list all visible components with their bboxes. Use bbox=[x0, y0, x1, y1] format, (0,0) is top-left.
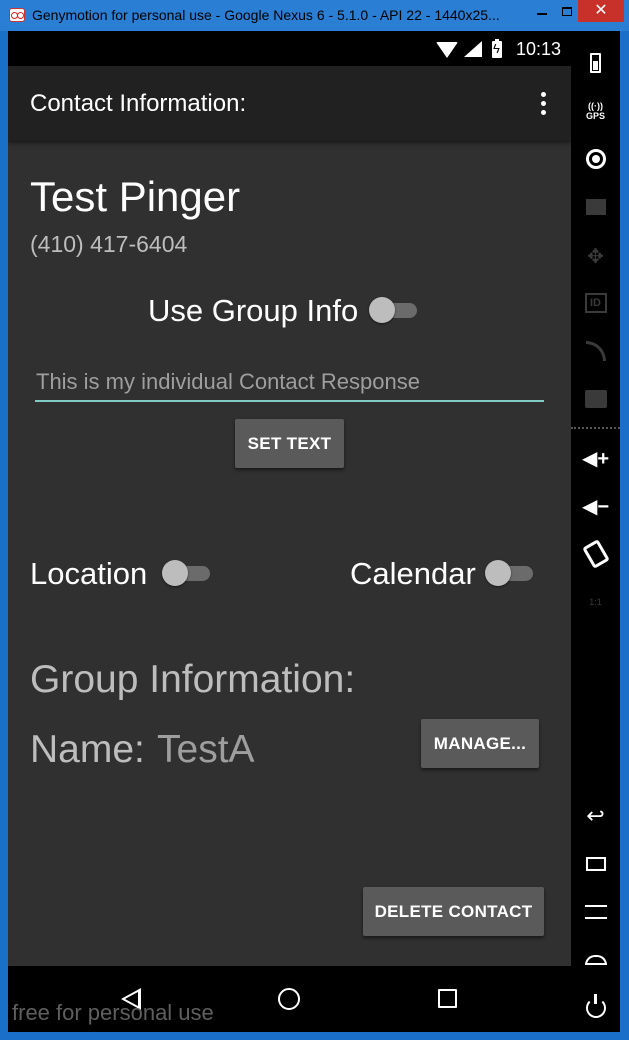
wifi-icon bbox=[435, 42, 458, 58]
back-icon: ↩ bbox=[586, 803, 605, 828]
group-information-title: Group Information: bbox=[30, 658, 356, 701]
contact-response-input[interactable] bbox=[35, 364, 544, 402]
nav-home-icon[interactable] bbox=[278, 988, 300, 1010]
battery-icon bbox=[590, 53, 601, 73]
power-icon bbox=[585, 994, 606, 1018]
rotate-button[interactable] bbox=[571, 534, 620, 574]
status-icons: 10:13 bbox=[435, 38, 561, 60]
battery-widget-button[interactable] bbox=[571, 43, 620, 83]
location-switch[interactable] bbox=[162, 558, 212, 588]
contact-name: Test Pinger bbox=[30, 173, 241, 220]
status-bar: 10:13 bbox=[8, 31, 571, 66]
use-group-info-switch[interactable] bbox=[369, 295, 419, 325]
recent-apps-icon bbox=[585, 857, 606, 871]
film-icon bbox=[585, 199, 606, 215]
nav-recents-icon[interactable] bbox=[438, 989, 457, 1008]
genymotion-toolbar: ((·)) GPS ✥ ID ◀+ ◀− 1:1 ↩ bbox=[571, 31, 620, 1032]
id-icon: ID bbox=[584, 293, 607, 313]
maximize-button[interactable] bbox=[553, 0, 581, 22]
delete-contact-button[interactable]: DELETE CONTACT bbox=[363, 887, 544, 936]
scale-icon: 1:1 bbox=[589, 597, 602, 607]
identifiers-widget-button[interactable]: ID bbox=[571, 283, 620, 323]
rotate-icon bbox=[581, 539, 610, 569]
scale-button[interactable]: 1:1 bbox=[571, 582, 620, 622]
manage-group-button[interactable]: MANAGE... bbox=[421, 719, 539, 768]
network-widget-button[interactable] bbox=[571, 331, 620, 371]
gps-widget-button[interactable]: ((·)) GPS bbox=[571, 91, 620, 131]
volume-up-icon: ◀+ bbox=[581, 447, 610, 470]
sms-icon bbox=[584, 390, 607, 408]
set-text-button[interactable]: SET TEXT bbox=[235, 419, 344, 468]
group-name-value: TestA bbox=[157, 728, 255, 771]
toolbar-divider bbox=[571, 427, 620, 429]
volume-down-icon: ◀− bbox=[581, 495, 610, 518]
toolbar-back-button[interactable]: ↩ bbox=[571, 796, 620, 836]
move-icon: ✥ bbox=[587, 245, 604, 268]
location-label: Location bbox=[30, 556, 148, 591]
app-bar-title: Contact Information: bbox=[30, 90, 247, 117]
window-border bbox=[0, 1032, 629, 1040]
rss-icon bbox=[585, 341, 606, 361]
signal-icon bbox=[463, 41, 482, 57]
volume-down-button[interactable]: ◀− bbox=[571, 486, 620, 526]
gps-icon: ((·)) GPS bbox=[585, 101, 605, 121]
window-title: Genymotion for personal use - Google Nex… bbox=[32, 7, 500, 23]
toolbar-power-button[interactable] bbox=[571, 988, 620, 1028]
toolbar-recent-apps-button[interactable] bbox=[571, 844, 620, 884]
volume-up-button[interactable]: ◀+ bbox=[571, 438, 620, 478]
calendar-label: Calendar bbox=[350, 556, 476, 591]
phone-widget-button[interactable] bbox=[571, 379, 620, 419]
overflow-menu-icon[interactable] bbox=[539, 92, 547, 116]
window-border bbox=[0, 31, 8, 1035]
webcam-widget-button[interactable] bbox=[571, 139, 620, 179]
maximize-icon bbox=[562, 7, 572, 16]
remote-control-button[interactable]: ✥ bbox=[571, 236, 620, 276]
battery-charging-icon bbox=[491, 38, 502, 58]
calendar-switch[interactable] bbox=[485, 558, 535, 588]
capture-widget-button[interactable] bbox=[571, 187, 620, 227]
minimize-button[interactable] bbox=[528, 0, 556, 22]
group-name-label: Name: bbox=[30, 728, 145, 771]
toolbar-menu-button[interactable] bbox=[571, 892, 620, 932]
toolbar-home-button[interactable] bbox=[571, 940, 620, 980]
watermark: free for personal use bbox=[12, 1000, 214, 1025]
menu-icon bbox=[584, 905, 607, 919]
device-screen: 10:13 Contact Information: Test Pinger (… bbox=[8, 31, 571, 1032]
status-time: 10:13 bbox=[515, 38, 561, 59]
app-bar: Contact Information: bbox=[8, 66, 571, 141]
close-window-button[interactable]: ✕ bbox=[578, 0, 624, 22]
webcam-icon bbox=[585, 149, 606, 169]
use-group-info-label: Use Group Info bbox=[148, 293, 359, 328]
minimize-icon bbox=[537, 13, 547, 15]
window-titlebar: Genymotion for personal use - Google Nex… bbox=[0, 0, 629, 31]
contact-phone: (410) 417-6404 bbox=[30, 231, 188, 257]
home-icon bbox=[584, 955, 607, 965]
genymotion-logo-icon bbox=[9, 8, 25, 22]
